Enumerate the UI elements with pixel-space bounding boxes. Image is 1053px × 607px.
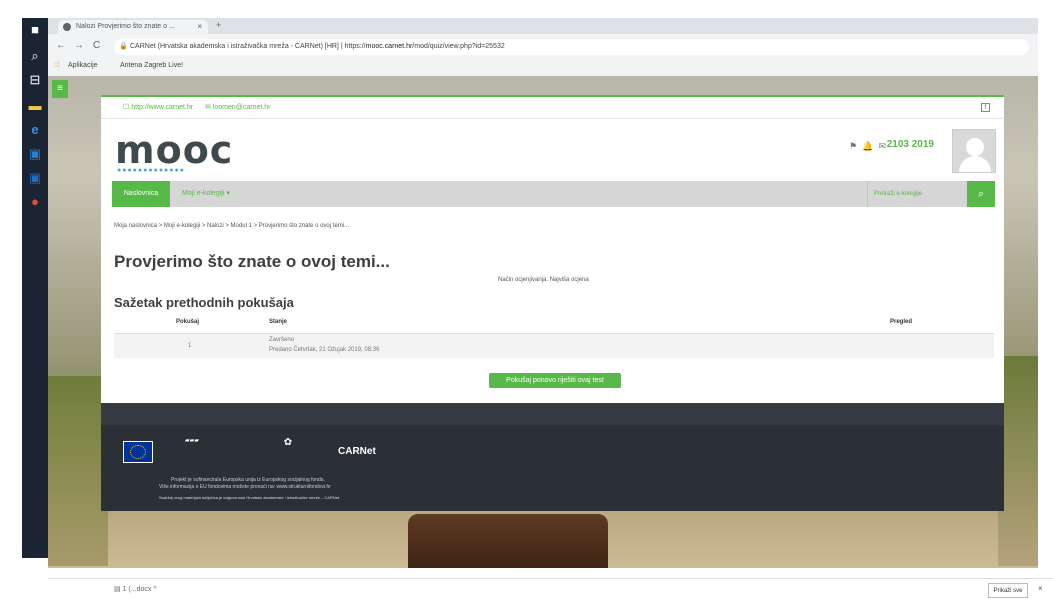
eu-flag-logo <box>123 441 153 463</box>
header-state: Stanje <box>269 319 288 325</box>
screenshot-stage: ■ ⌕ ⊟ ▬ e ▣ ▣ ● Nalozi Provjerimo što zn… <box>0 0 1053 607</box>
nav-my-courses[interactable]: Moji e-kolegiji ▾ <box>182 181 230 207</box>
address-bar[interactable]: 🔒 CARNet (Hrvatska akademska i istraživa… <box>114 39 1029 55</box>
cell-submitted: Predano Četvrtak, 21 Ožujak 2019, 08:36 <box>269 347 380 353</box>
windows-taskbar: ■ ⌕ ⊟ ▬ e ▣ ▣ ● <box>22 18 48 558</box>
tab-strip: Nalozi Provjerimo što znate o ... × + <box>48 18 1038 34</box>
flag-icon[interactable]: ⚑ <box>849 141 857 151</box>
grading-method: Način ocjenjivanja: Najviša ocjena <box>498 277 589 283</box>
downloads-bar: ▤ 1 (...docx ^ Prikaži sve × <box>48 578 1053 602</box>
show-all-button[interactable]: Prikaži sve <box>988 583 1028 598</box>
chrome-icon[interactable]: ● <box>26 194 44 210</box>
site-logo[interactable]: mooc <box>115 131 233 169</box>
address-host: mooc.carnet.hr <box>365 43 413 50</box>
browser-tab[interactable]: Nalozi Provjerimo što znate o ... × <box>58 20 208 34</box>
message-icon[interactable]: ✉ <box>878 141 886 151</box>
page-card: ☐ http://www.carnet.hr ✉ loomen@carnet.h… <box>101 95 1004 403</box>
main-nav: Naslovnica Moji e-kolegiji ▾ Pretraži e-… <box>112 181 995 207</box>
background-grass-right <box>998 356 1038 566</box>
background-bag <box>408 514 608 568</box>
footer-funding-text: Projekt je sufinancirala Europska unija … <box>171 477 325 483</box>
bell-icon[interactable]: 🔔 <box>862 141 873 151</box>
edge-icon[interactable]: e <box>26 122 44 138</box>
avatar-body <box>959 156 991 172</box>
user-name[interactable]: 2103 2019 <box>887 139 934 150</box>
close-icon[interactable]: × <box>1038 584 1043 593</box>
bookmarks-bar: ⁞⁞⁞ Aplikacije Antena Zagreb Live! <box>48 58 1038 74</box>
back-button[interactable]: ← <box>56 40 66 51</box>
footer-info-text: Više informacija o EU fondovima možete p… <box>159 484 331 490</box>
notification-icons[interactable]: ⚑ 🔔 ✉ <box>849 141 886 152</box>
document-icon: ▤ <box>114 586 121 593</box>
nav-home[interactable]: Naslovnica <box>112 181 170 207</box>
lock-icon: 🔒 <box>119 43 128 50</box>
tab-title: Nalozi Provjerimo što znate o ... <box>76 23 175 30</box>
esf-logo: ▰▰▰ <box>185 438 199 444</box>
header-attempt: Pokušaj <box>176 319 200 325</box>
cell-state: Završeno <box>269 337 295 343</box>
search-icon[interactable]: ⌕ <box>26 48 44 64</box>
reload-button[interactable]: C <box>93 40 100 51</box>
user-area: ⚑ 🔔 ✉ 2103 2019 <box>796 129 996 173</box>
bookmark-apps[interactable]: Aplikacije <box>68 58 98 74</box>
footer-disclaimer-text: Sadržaj ovog materijala isključiva je od… <box>159 495 341 500</box>
attempts-table: Pokušaj Stanje Pregled 1 Završeno Predan… <box>114 319 994 358</box>
table-row: 1 Završeno Predano Četvrtak, 21 Ožujak 2… <box>114 334 994 358</box>
avatar[interactable] <box>952 129 996 173</box>
file-explorer-icon[interactable]: ▬ <box>26 98 44 114</box>
facebook-icon[interactable]: f <box>981 103 990 112</box>
avatar-head <box>966 138 984 156</box>
top-info-bar: ☐ http://www.carnet.hr ✉ loomen@carnet.h… <box>101 97 1004 119</box>
footer-logos: ▰▰▰ ✿ CARNet <box>123 437 423 471</box>
drawer-menu-icon[interactable]: ≡ <box>52 80 68 98</box>
task-view-icon[interactable]: ⊟ <box>26 72 44 88</box>
word-icon[interactable]: ▣ <box>26 146 44 162</box>
page-title: Provjerimo što znate o ovoj temi... <box>114 252 390 271</box>
page-footer: ▰▰▰ ✿ CARNet Projekt je sufinancirala Eu… <box>101 403 1004 511</box>
address-row: ← → C 🔒 CARNet (Hrvatska akademska i ist… <box>48 36 1038 58</box>
forward-button[interactable]: → <box>74 40 84 51</box>
background-grass-left <box>48 376 108 566</box>
retry-quiz-button[interactable]: Pokušaj ponovo riješiti ovaj test <box>489 373 621 388</box>
favicon-icon <box>63 23 71 31</box>
tab-close-icon[interactable]: × <box>197 20 202 34</box>
apps-grid-icon[interactable]: ⁞⁞⁞ <box>54 58 60 74</box>
header-review: Pregled <box>890 319 913 325</box>
table-header: Pokušaj Stanje Pregled <box>114 319 994 334</box>
address-path: /mod/quiz/view.php?id=25532 <box>412 43 505 50</box>
summary-title: Sažetak prethodnih pokušaja <box>114 295 294 310</box>
cell-attempt: 1 <box>188 343 192 349</box>
email-link[interactable]: ✉ loomen@carnet.hr <box>205 97 271 119</box>
download-item[interactable]: ▤ 1 (...docx ^ <box>114 585 157 593</box>
bookmark-antena[interactable]: Antena Zagreb Live! <box>120 58 183 74</box>
logo-dots: ●●●●●●●●●●●●● <box>117 167 185 174</box>
windows-start-icon[interactable]: ■ <box>26 22 44 38</box>
website-link[interactable]: ☐ http://www.carnet.hr <box>123 97 193 119</box>
browser-chrome: Nalozi Provjerimo što znate o ... × + ← … <box>48 18 1038 76</box>
eu-stars <box>130 445 146 459</box>
search-icon[interactable]: ⌕ <box>967 181 995 207</box>
address-prefix: CARNet (Hrvatska akademska i istraživačk… <box>130 43 366 50</box>
footer-strip <box>101 403 1004 425</box>
new-tab-button[interactable]: + <box>216 20 221 30</box>
carnet-logo: CARNet <box>338 446 376 457</box>
course-search-input[interactable]: Pretraži e-kolegije <box>867 181 967 207</box>
ministry-logo: ✿ <box>283 437 293 448</box>
breadcrumb[interactable]: Moja naslovnica > Moji e-kolegiji > Nalo… <box>114 223 349 229</box>
outlook-icon[interactable]: ▣ <box>26 170 44 186</box>
